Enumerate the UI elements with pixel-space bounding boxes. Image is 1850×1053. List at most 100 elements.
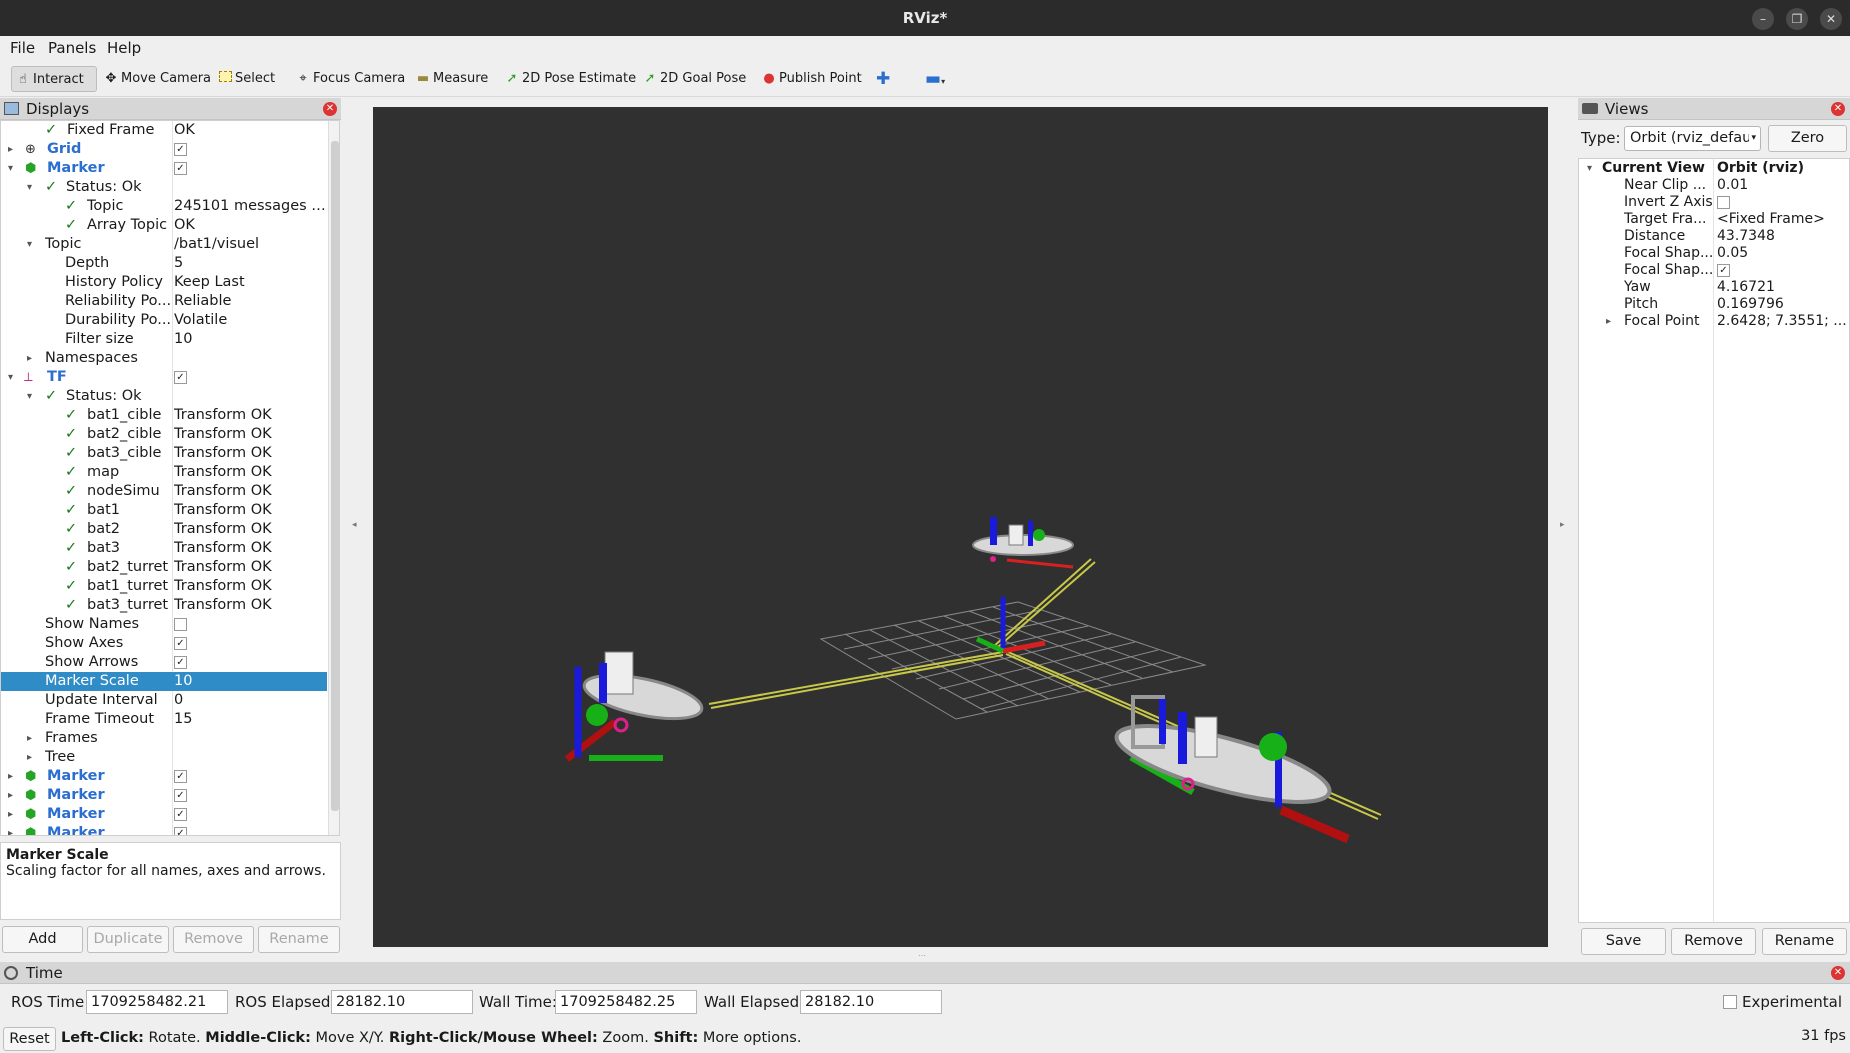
displays-scrollbar[interactable] [328, 121, 339, 835]
tf-frame-row[interactable]: ✓ bat1 Transform OK [1, 501, 327, 520]
display-row-show-names[interactable]: Show Names [1, 615, 327, 634]
enable-checkbox[interactable]: ✓ [174, 827, 187, 835]
view-type-select[interactable]: Orbit (rviz_defau ▾ [1624, 126, 1761, 151]
save-view-button[interactable]: Save [1581, 928, 1666, 955]
restore-icon[interactable]: ❐ [1786, 8, 1808, 30]
display-row-durability-policy[interactable]: Durability Po... Volatile [1, 311, 327, 330]
expand-arrow-icon[interactable]: ▸ [8, 824, 13, 835]
display-row-marker[interactable]: ▸ ⬢ Marker ✓ [1, 805, 327, 824]
remove-display-button[interactable]: Remove [173, 926, 254, 953]
tf-frame-row[interactable]: ✓ bat2_cible Transform OK [1, 425, 327, 444]
view-row-focal-shape-size[interactable]: Focal Shap... 0.05 [1579, 245, 1849, 262]
display-row-depth[interactable]: Depth 5 [1, 254, 327, 273]
display-row-filter-size[interactable]: Filter size 10 [1, 330, 327, 349]
enable-checkbox[interactable]: ✓ [174, 808, 187, 821]
show-axes-checkbox[interactable]: ✓ [174, 637, 187, 650]
tool-focus-camera[interactable]: ⌖ Focus Camera [292, 66, 405, 92]
menu-file[interactable]: File [10, 39, 35, 57]
collapse-arrow-icon[interactable]: ▾ [8, 368, 13, 387]
view-row-invert-z[interactable]: Invert Z Axis [1579, 194, 1849, 211]
display-row-topic[interactable]: ▾ Topic /bat1/visuel [1, 235, 327, 254]
display-row-frames[interactable]: ▸ Frames [1, 729, 327, 748]
display-row-marker[interactable]: ▸ ⬢ Marker ✓ [1, 786, 327, 805]
rename-view-button[interactable]: Rename [1762, 928, 1847, 955]
collapse-left-dock-icon[interactable]: ◂ [352, 520, 357, 530]
experimental-checkbox[interactable] [1723, 995, 1737, 1009]
tf-frame-row[interactable]: ✓ bat3_cible Transform OK [1, 444, 327, 463]
display-row-frame-timeout[interactable]: Frame Timeout 15 [1, 710, 327, 729]
add-display-button[interactable]: Add [2, 926, 83, 953]
invert-z-checkbox[interactable] [1717, 196, 1730, 209]
expand-arrow-icon[interactable]: ▸ [8, 805, 13, 824]
display-row-update-interval[interactable]: Update Interval 0 [1, 691, 327, 710]
collapse-right-dock-icon[interactable]: ▸ [1560, 520, 1565, 530]
tool-2d-pose-estimate[interactable]: ➚ 2D Pose Estimate [501, 66, 637, 92]
collapse-arrow-icon[interactable]: ▾ [1587, 160, 1592, 177]
view-row-near-clip[interactable]: Near Clip ... 0.01 [1579, 177, 1849, 194]
enable-checkbox[interactable]: ✓ [174, 162, 187, 175]
duplicate-display-button[interactable]: Duplicate [87, 926, 169, 953]
display-row-marker[interactable]: ▸ ⬢ Marker ✓ [1, 767, 327, 786]
tf-frame-row[interactable]: ✓ bat3_turret Transform OK [1, 596, 327, 615]
enable-checkbox[interactable]: ✓ [174, 789, 187, 802]
display-row-reliability-policy[interactable]: Reliability Po... Reliable [1, 292, 327, 311]
view-row-target-frame[interactable]: Target Fra... <Fixed Frame> [1579, 211, 1849, 228]
render-3d-viewport[interactable] [373, 107, 1548, 947]
expand-arrow-icon[interactable]: ▸ [27, 748, 32, 767]
display-row-show-axes[interactable]: Show Axes ✓ [1, 634, 327, 653]
tf-frame-row[interactable]: ✓ map Transform OK [1, 463, 327, 482]
ros-time-field[interactable]: 1709258482.21 [86, 990, 228, 1014]
display-row-marker[interactable]: ▸ ⬢ Marker ✓ [1, 824, 327, 835]
expand-arrow-icon[interactable]: ▸ [27, 349, 32, 368]
display-row-tf-status[interactable]: ▾ ✓ Status: Ok [1, 387, 327, 406]
display-row-marker-scale[interactable]: Marker Scale 10 [1, 672, 327, 691]
tool-interact[interactable]: ☝ Interact [11, 66, 97, 92]
view-row-focal-point[interactable]: ▸ Focal Point 2.6428; 7.3551; ... [1579, 313, 1849, 330]
expand-arrow-icon[interactable]: ▸ [27, 729, 32, 748]
wall-elapsed-field[interactable]: 28182.10 [800, 990, 942, 1014]
expand-arrow-icon[interactable]: ▸ [8, 140, 13, 159]
remove-view-button[interactable]: Remove [1671, 928, 1756, 955]
remove-tool-minus-icon[interactable]: ▬▾ [921, 66, 945, 92]
view-row-focal-shape-fixed[interactable]: Focal Shap... ✓ [1579, 262, 1849, 279]
display-row-show-arrows[interactable]: Show Arrows ✓ [1, 653, 327, 672]
enable-checkbox[interactable]: ✓ [174, 143, 187, 156]
add-tool-plus-icon[interactable]: ✚ [872, 66, 890, 92]
collapse-arrow-icon[interactable]: ▾ [27, 178, 32, 197]
display-row-marker[interactable]: ▾ ⬢ Marker ✓ [1, 159, 327, 178]
enable-checkbox[interactable]: ✓ [174, 371, 187, 384]
zero-button[interactable]: Zero [1768, 125, 1847, 152]
tf-frame-row[interactable]: ✓ bat1_turret Transform OK [1, 577, 327, 596]
tf-frame-row[interactable]: ✓ nodeSimu Transform OK [1, 482, 327, 501]
expand-arrow-icon[interactable]: ▸ [1606, 313, 1611, 330]
tf-frame-row[interactable]: ✓ bat2_turret Transform OK [1, 558, 327, 577]
display-row-history-policy[interactable]: History Policy Keep Last [1, 273, 327, 292]
display-row-tf[interactable]: ▾ ⟂ TF ✓ [1, 368, 327, 387]
view-row-distance[interactable]: Distance 43.7348 [1579, 228, 1849, 245]
show-names-checkbox[interactable] [174, 618, 187, 631]
reset-button[interactable]: Reset [3, 1027, 56, 1051]
menu-help[interactable]: Help [107, 39, 141, 57]
enable-checkbox[interactable]: ✓ [174, 770, 187, 783]
view-row-pitch[interactable]: Pitch 0.169796 [1579, 296, 1849, 313]
show-arrows-checkbox[interactable]: ✓ [174, 656, 187, 669]
tf-frame-row[interactable]: ✓ bat3 Transform OK [1, 539, 327, 558]
close-panel-icon[interactable]: ✕ [1831, 966, 1845, 980]
minimize-icon[interactable]: – [1752, 8, 1774, 30]
display-row-status[interactable]: ▾ ✓ Status: Ok [1, 178, 327, 197]
display-row-fixed-frame[interactable]: ✓ Fixed Frame OK [1, 121, 327, 140]
display-row-tree[interactable]: ▸ Tree [1, 748, 327, 767]
menu-panels[interactable]: Panels [48, 39, 96, 57]
tool-measure[interactable]: ▬ Measure [412, 66, 488, 92]
wall-time-field[interactable]: 1709258482.25 [555, 990, 697, 1014]
close-panel-icon[interactable]: ✕ [1831, 102, 1845, 116]
collapse-arrow-icon[interactable]: ▾ [27, 235, 32, 254]
focal-shape-checkbox[interactable]: ✓ [1717, 264, 1730, 277]
collapse-arrow-icon[interactable]: ▾ [8, 159, 13, 178]
ros-elapsed-field[interactable]: 28182.10 [331, 990, 473, 1014]
expand-arrow-icon[interactable]: ▸ [8, 786, 13, 805]
tf-frame-row[interactable]: ✓ bat2 Transform OK [1, 520, 327, 539]
display-row-array-topic[interactable]: ✓ Array Topic OK [1, 216, 327, 235]
tool-move-camera[interactable]: ✥ Move Camera [100, 66, 211, 92]
view-row-yaw[interactable]: Yaw 4.16721 [1579, 279, 1849, 296]
